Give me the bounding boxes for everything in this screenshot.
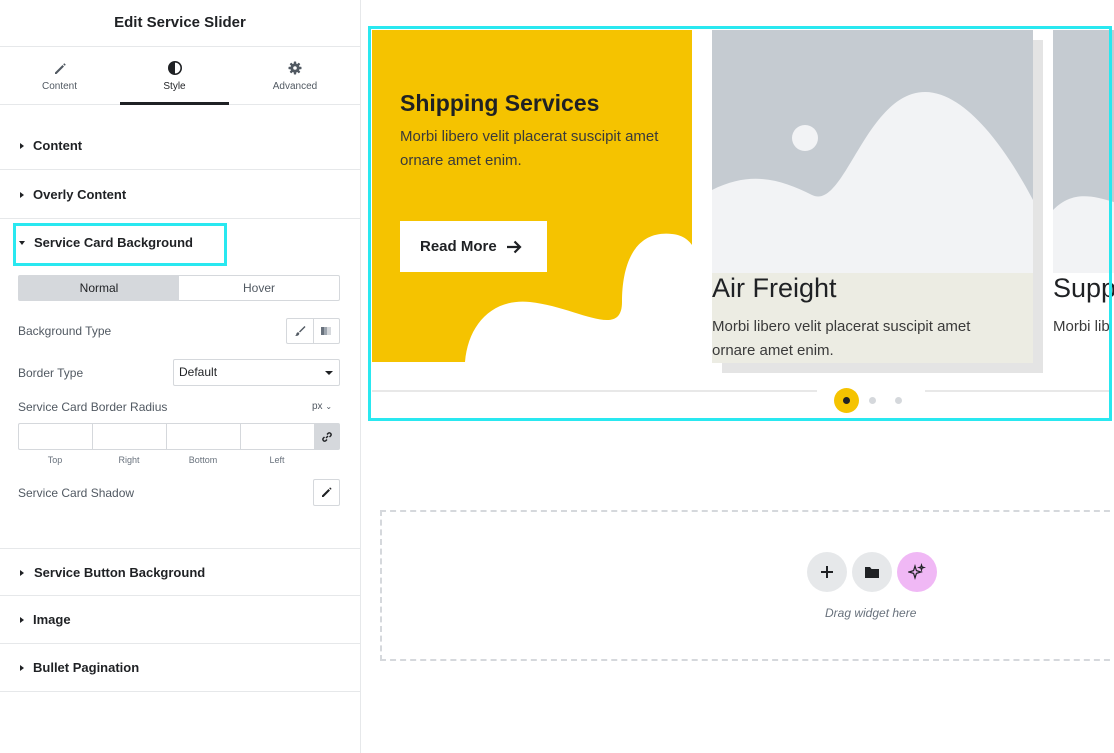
sparkle-icon <box>908 563 926 581</box>
templates-button[interactable] <box>852 552 892 592</box>
background-type-label: Background Type <box>18 324 112 338</box>
radius-bottom-input[interactable] <box>166 423 240 450</box>
tab-style[interactable]: Style <box>120 47 229 105</box>
radius-right-input[interactable] <box>92 423 166 450</box>
unit-selector[interactable]: px ⌄ <box>312 401 332 412</box>
editor-panel: Edit Service Slider Content Style Advanc… <box>0 0 361 753</box>
add-section-button[interactable] <box>807 552 847 592</box>
tab-content-label: Content <box>41 81 78 92</box>
background-type-choices <box>286 318 340 344</box>
section-content[interactable]: Content <box>0 122 360 170</box>
border-type-label: Border Type <box>18 366 84 380</box>
section-overly-content[interactable]: Overly Content <box>0 171 360 219</box>
section-bullet-pagination[interactable]: Bullet Pagination <box>0 644 360 692</box>
caret-right-icon <box>20 570 24 576</box>
editor-canvas: Shipping Services Morbi libero velit pla… <box>362 0 1114 753</box>
border-type-select[interactable]: Default <box>173 359 340 386</box>
tab-advanced-label: Advanced <box>272 81 318 92</box>
dim-bottom-label: Bottom <box>188 455 218 465</box>
dim-left-label: Left <box>269 455 285 465</box>
background-gradient-button[interactable] <box>312 319 340 343</box>
section-service-button-background[interactable]: Service Button Background <box>0 548 360 596</box>
radius-top-input[interactable] <box>18 423 92 450</box>
section-content-label: Content <box>33 138 83 153</box>
selected-widget-outline <box>368 26 1112 421</box>
state-hover-button[interactable]: Hover <box>179 276 339 300</box>
brush-icon <box>294 326 306 336</box>
state-toggle: Normal Hover <box>18 275 340 301</box>
caret-right-icon <box>20 617 24 623</box>
shadow-edit-button[interactable] <box>313 479 340 506</box>
gradient-icon <box>321 327 332 335</box>
dim-right-label: Right <box>118 455 140 465</box>
state-normal-button[interactable]: Normal <box>19 276 179 300</box>
plus-icon <box>821 566 833 578</box>
panel-title: Edit Service Slider <box>0 0 360 47</box>
tab-advanced[interactable]: Advanced <box>240 47 350 104</box>
shadow-label: Service Card Shadow <box>18 486 135 500</box>
radius-left-input[interactable] <box>240 423 314 450</box>
dimension-labels: Top Right Bottom Left <box>18 455 314 465</box>
chevron-down-icon: ⌄ <box>325 402 333 411</box>
section-overly-content-label: Overly Content <box>33 187 127 202</box>
contrast-icon <box>167 61 182 75</box>
link-values-button[interactable] <box>314 423 340 450</box>
unit-value: px <box>312 401 323 412</box>
link-icon <box>322 431 332 442</box>
background-classic-button[interactable] <box>287 319 313 343</box>
gear-icon <box>288 61 302 75</box>
tab-content[interactable]: Content <box>0 47 119 104</box>
section-highlight-box <box>13 223 227 266</box>
tab-style-label: Style <box>163 81 186 92</box>
folder-icon <box>865 567 879 578</box>
border-radius-inputs <box>18 423 340 450</box>
ai-button[interactable] <box>897 552 937 592</box>
drag-widget-hint: Drag widget here <box>825 606 917 620</box>
caret-right-icon <box>20 665 24 671</box>
dim-top-label: Top <box>47 455 63 465</box>
caret-right-icon <box>20 192 24 198</box>
caret-down-icon <box>325 371 333 375</box>
pencil-icon <box>322 487 332 497</box>
drop-zone[interactable] <box>380 510 1114 661</box>
panel-tabs: Content Style Advanced <box>0 47 360 105</box>
section-service-button-background-label: Service Button Background <box>34 565 206 580</box>
caret-right-icon <box>20 143 24 149</box>
pencil-icon <box>54 63 66 74</box>
section-image-label: Image <box>33 612 71 627</box>
section-image[interactable]: Image <box>0 596 360 644</box>
border-type-value: Default <box>179 365 218 379</box>
section-bullet-pagination-label: Bullet Pagination <box>33 660 140 675</box>
border-radius-label: Service Card Border Radius <box>18 400 168 414</box>
